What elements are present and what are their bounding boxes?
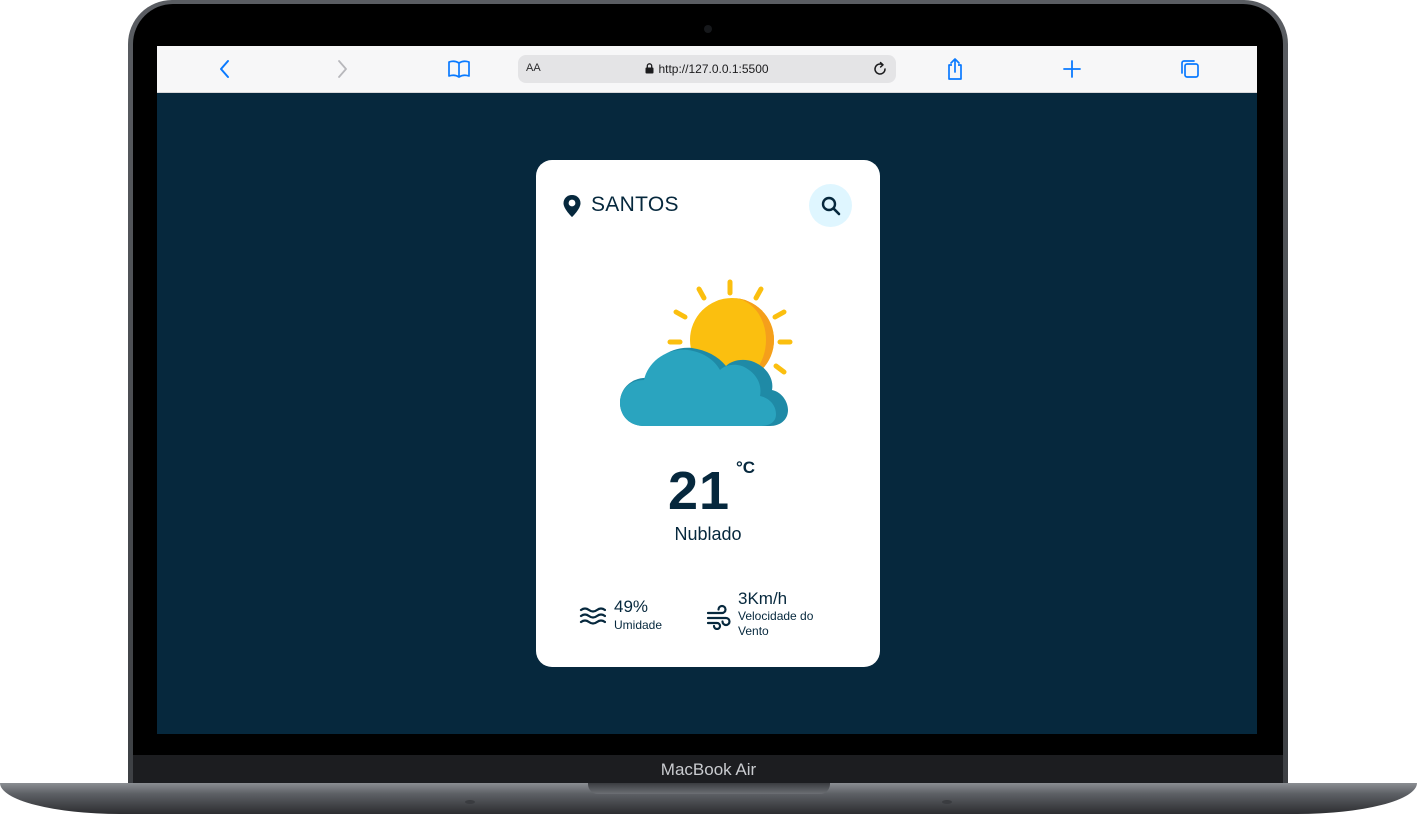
search-icon — [821, 196, 840, 215]
humidity-value: 49% — [614, 597, 649, 616]
location-pin-icon — [563, 195, 581, 217]
humidity-label: Umidade — [614, 618, 663, 632]
temperature-value: 21 — [668, 461, 731, 521]
laptop-foot — [465, 800, 475, 804]
share-icon[interactable] — [941, 55, 969, 83]
url-display[interactable]: http://127.0.0.1:5500 — [518, 62, 896, 76]
humidity-waves-icon — [579, 607, 606, 625]
weather-card: SANTOS 21 °C Nublado 49% Umidade 3Km/h V… — [536, 160, 880, 667]
new-tab-icon[interactable] — [1058, 55, 1086, 83]
wind-speed-value: 3Km/h — [738, 589, 788, 608]
weather-description: Nublado — [674, 524, 742, 544]
lock-icon — [645, 63, 654, 74]
forward-icon[interactable] — [328, 55, 356, 83]
reload-icon[interactable] — [868, 57, 892, 81]
browser-screen: AA http://127.0.0.1:5500 SANTOS 21 °C Nu… — [157, 46, 1257, 734]
laptop-foot — [942, 800, 952, 804]
url-text: http://127.0.0.1:5500 — [658, 62, 769, 76]
tabs-icon[interactable] — [1176, 55, 1204, 83]
wind-icon — [706, 604, 731, 630]
temperature-unit: °C — [736, 458, 756, 477]
browser-toolbar: AA http://127.0.0.1:5500 — [157, 46, 1257, 93]
city-name: SANTOS — [591, 193, 679, 216]
partly-cloudy-icon — [620, 279, 793, 426]
wind-speed-label: Velocidade do Vento — [738, 609, 814, 638]
search-button[interactable] — [809, 184, 852, 227]
laptop-notch — [588, 783, 830, 794]
back-icon[interactable] — [211, 55, 239, 83]
device-label: MacBook Air — [660, 760, 757, 779]
bookmarks-icon[interactable] — [445, 55, 473, 83]
camera-icon — [704, 25, 712, 33]
address-bar[interactable]: AA http://127.0.0.1:5500 — [518, 55, 896, 83]
